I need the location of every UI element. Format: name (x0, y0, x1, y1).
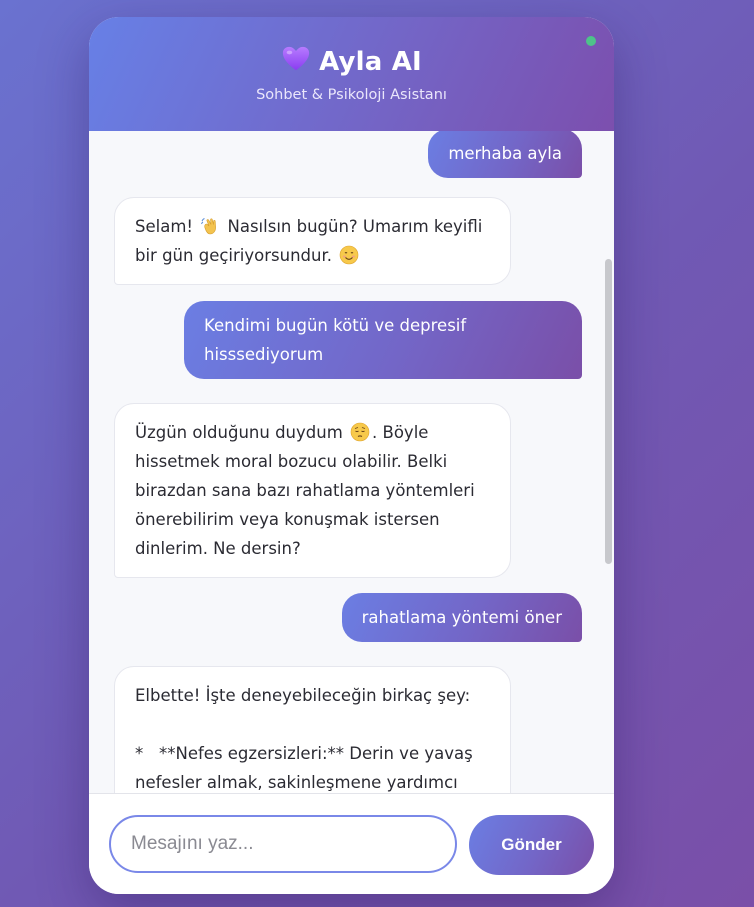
online-status-indicator (586, 36, 596, 46)
scrollbar-thumb[interactable] (605, 259, 612, 564)
app-title-text: Ayla AI (319, 47, 422, 77)
bot-message: Selam! Nasılsın bugün? Umarım keyifli bi… (114, 197, 511, 285)
purple-heart-icon (282, 46, 310, 71)
app-subtitle: Sohbet & Psikoloji Asistanı (256, 87, 447, 103)
user-message: merhaba ayla (428, 131, 582, 178)
message-text: Selam! (135, 217, 199, 236)
app-title: Ayla AI (89, 44, 614, 77)
message-text: Elbette! İşte deneyebileceğin birkaç şey… (135, 686, 473, 792)
message-text: rahatlama yöntemi öner (361, 608, 562, 627)
pensive-face-icon (350, 422, 370, 442)
message-text: Kendimi bugün kötü ve depresif hisssediy… (204, 316, 472, 364)
user-message: rahatlama yöntemi öner (341, 593, 582, 642)
message-list-scrollbar[interactable] (605, 131, 613, 793)
message-text: Üzgün olduğunu duydum (135, 423, 349, 442)
smiling-face-icon (339, 245, 359, 265)
user-message: Kendimi bugün kötü ve depresif hisssediy… (184, 301, 582, 379)
composer-bar: Gönder (89, 793, 614, 894)
chat-window: Ayla AI Sohbet & Psikoloji Asistanı merh… (89, 17, 614, 894)
message-list: merhaba ayla Selam! Nasılsın bugün? Umar… (89, 131, 614, 793)
chat-header: Ayla AI Sohbet & Psikoloji Asistanı (89, 17, 614, 131)
send-button[interactable]: Gönder (469, 815, 594, 875)
waving-hand-icon (201, 218, 217, 235)
bot-message: Elbette! İşte deneyebileceğin birkaç şey… (114, 666, 511, 793)
message-input[interactable] (109, 815, 457, 873)
message-text: . Böyle hissetmek moral bozucu olabilir.… (135, 423, 475, 558)
bot-message: Üzgün olduğunu duydum . Böyle hissetmek … (114, 403, 511, 578)
message-text: merhaba ayla (448, 144, 562, 163)
